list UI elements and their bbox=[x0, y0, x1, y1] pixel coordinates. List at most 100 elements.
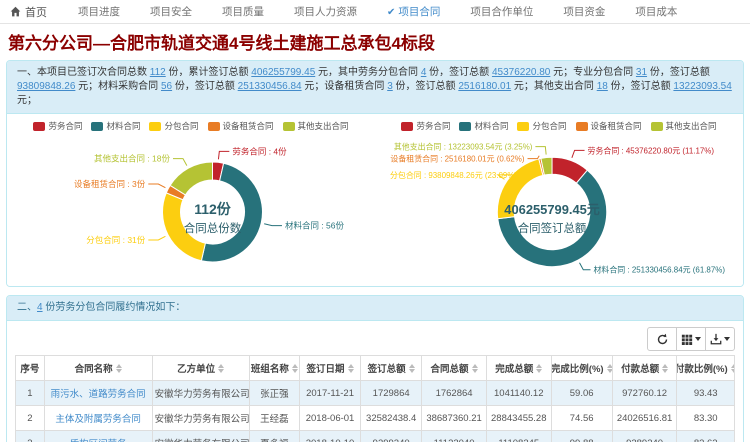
table-toolbar bbox=[15, 327, 735, 351]
nav-item-项目合作单位[interactable]: 项目合作单位 bbox=[455, 4, 548, 19]
table-row: 2主体及附属劳务合同安徽华力劳务有限公司王经磊2018-06-013258243… bbox=[16, 406, 735, 431]
section2-body: 序号合同名称乙方单位班组名称签订日期签订总额合同总额完成总额完成比例(%)付款总… bbox=[7, 321, 743, 442]
legend-item[interactable]: 分包合同 bbox=[517, 120, 566, 132]
sort-icon[interactable] bbox=[348, 364, 354, 373]
label-leader-line bbox=[572, 150, 585, 157]
legend-swatch-icon bbox=[91, 122, 103, 131]
cell-paid: 9289240 bbox=[612, 431, 677, 442]
nav-item-项目质量[interactable]: 项目质量 bbox=[207, 4, 279, 19]
value-link[interactable]: 18 bbox=[597, 81, 608, 92]
column-header-complete_pct[interactable]: 完成比例(%) bbox=[554, 361, 610, 375]
export-button[interactable] bbox=[705, 327, 735, 351]
sort-icon[interactable] bbox=[731, 364, 735, 373]
table-row: 3盾构区间劳务安徽华力劳务有限公司夏多福2018-10-109299240111… bbox=[16, 431, 735, 442]
nav-item-项目成本[interactable]: 项目成本 bbox=[620, 4, 692, 19]
value-link[interactable]: 406255799.45 bbox=[251, 67, 315, 78]
value-link[interactable]: 56 bbox=[161, 81, 172, 92]
contract-name-link[interactable]: 主体及附属劳务合同 bbox=[55, 414, 141, 425]
cell-no: 2 bbox=[16, 406, 45, 431]
sort-icon[interactable] bbox=[607, 364, 613, 373]
nav-item-项目合同[interactable]: ✔项目合同 bbox=[372, 4, 455, 19]
contract-count-chart: 劳务合同材料合同分包合同设备租赁合同 其他支出合同 劳务合同 : 4份材料合同 :… bbox=[7, 118, 375, 284]
legend-swatch-icon bbox=[149, 122, 161, 131]
contract-count-donut: 劳务合同 : 4份材料合同 : 56份分包合同 : 31份设备租赁合同 : 3份… bbox=[7, 134, 375, 284]
cell-total: 1762864 bbox=[422, 381, 487, 406]
column-header-name[interactable]: 合同名称 bbox=[47, 361, 150, 375]
static-text: 元； bbox=[17, 95, 37, 106]
sort-icon[interactable] bbox=[409, 364, 415, 373]
value-link[interactable]: 31 bbox=[636, 67, 647, 78]
column-header-team[interactable]: 班组名称 bbox=[252, 361, 297, 375]
label-leader-line bbox=[535, 147, 546, 155]
sort-icon[interactable] bbox=[536, 364, 542, 373]
refresh-icon bbox=[656, 333, 669, 346]
slice-label: 材料合同 : 251330456.84元 (61.87%) bbox=[593, 265, 725, 275]
nav-item-项目人力资源[interactable]: 项目人力资源 bbox=[279, 4, 372, 19]
column-header-signed[interactable]: 签订总额 bbox=[363, 361, 419, 375]
legend-item[interactable]: 劳务合同 bbox=[33, 120, 82, 132]
column-label: 付款比例(%) bbox=[677, 361, 728, 375]
value-link[interactable]: 2516180.01 bbox=[458, 81, 511, 92]
cell-complete_pct: 99.88 bbox=[551, 431, 612, 442]
slice-label: 设备租赁合同 : 2516180.01元 (0.62%) bbox=[390, 154, 524, 164]
column-header-total[interactable]: 合同总额 bbox=[424, 361, 484, 375]
cell-paid_pct: 93.43 bbox=[677, 381, 735, 406]
legend-item[interactable]: 材料合同 bbox=[459, 120, 508, 132]
legend-item[interactable]: 材料合同 bbox=[91, 120, 140, 132]
column-header-paid_pct[interactable]: 付款比例(%) bbox=[679, 361, 732, 375]
sort-icon[interactable] bbox=[218, 364, 224, 373]
sort-icon[interactable] bbox=[292, 364, 298, 373]
value-link[interactable]: 112 bbox=[150, 67, 166, 78]
legend-item[interactable]: 其他支出合同 bbox=[283, 120, 349, 132]
cell-complete_pct: 74.56 bbox=[551, 406, 612, 431]
nav-home[interactable]: 首页 bbox=[10, 4, 47, 20]
legend-item[interactable]: 分包合同 bbox=[149, 120, 198, 132]
cell-no: 1 bbox=[16, 381, 45, 406]
legend-label: 其他支出合同 bbox=[298, 120, 349, 132]
column-header-date[interactable]: 签订日期 bbox=[302, 361, 358, 375]
legend-swatch-icon bbox=[517, 122, 529, 131]
columns-button[interactable] bbox=[676, 327, 706, 351]
contract-name-link[interactable]: 雨污水、道路劳务合同 bbox=[51, 389, 146, 400]
legend-item[interactable]: 其他支出合同 bbox=[651, 120, 717, 132]
top-nav: 首页 项目进度项目安全项目质量项目人力资源✔项目合同项目合作单位项目资金项目成本 bbox=[0, 0, 750, 24]
value-link[interactable]: 13223093.54 bbox=[673, 81, 731, 92]
columns-icon bbox=[681, 333, 693, 345]
contract-summary-panel: 一、本项目已签订次合同总数 112 份，累计签订总额 406255799.45 … bbox=[6, 60, 744, 287]
static-text: 二、 bbox=[17, 302, 37, 313]
slice-label: 材料合同 : 56份 bbox=[285, 221, 345, 231]
column-header-paid[interactable]: 付款总额 bbox=[615, 361, 675, 375]
cell-total: 38687360.21 bbox=[422, 406, 487, 431]
legend-item[interactable]: 设备租赁合同 bbox=[208, 120, 274, 132]
value-link[interactable]: 93809848.26 bbox=[17, 81, 75, 92]
cell-signed: 9299240 bbox=[361, 431, 422, 442]
column-label: 合同总额 bbox=[431, 361, 469, 375]
nav-item-项目安全[interactable]: 项目安全 bbox=[135, 4, 207, 19]
legend-swatch-icon bbox=[283, 122, 295, 131]
column-label: 签订总额 bbox=[368, 361, 406, 375]
sort-icon[interactable] bbox=[472, 364, 478, 373]
column-label: 签订日期 bbox=[307, 361, 345, 375]
nav-item-项目资金[interactable]: 项目资金 bbox=[548, 4, 620, 19]
label-leader-line bbox=[528, 156, 540, 159]
legend-item[interactable]: 设备租赁合同 bbox=[576, 120, 642, 132]
legend-item[interactable]: 劳务合同 bbox=[401, 120, 450, 132]
column-header-completed[interactable]: 完成总额 bbox=[489, 361, 549, 375]
table-head: 序号合同名称乙方单位班组名称签订日期签订总额合同总额完成总额完成比例(%)付款总… bbox=[16, 356, 735, 381]
refresh-button[interactable] bbox=[647, 327, 677, 351]
home-icon bbox=[10, 6, 21, 17]
nav-home-label: 首页 bbox=[25, 4, 47, 20]
nav-item-项目进度[interactable]: 项目进度 bbox=[63, 4, 135, 19]
sort-icon[interactable] bbox=[116, 364, 122, 373]
legend-swatch-icon bbox=[459, 122, 471, 131]
sort-icon[interactable] bbox=[662, 364, 668, 373]
column-header-company[interactable]: 乙方单位 bbox=[155, 361, 247, 375]
value-link[interactable]: 251330456.84 bbox=[238, 81, 302, 92]
page-title: 第六分公司—合肥市轨道交通4号线土建施工总承包4标段 bbox=[0, 24, 750, 60]
caret-down-icon bbox=[724, 337, 730, 341]
cell-date: 2018-06-01 bbox=[299, 406, 360, 431]
label-leader-line bbox=[580, 263, 591, 270]
value-link[interactable]: 45376220.80 bbox=[492, 67, 550, 78]
static-text: 元；材料采购合同 bbox=[75, 81, 161, 92]
charts-area: 劳务合同材料合同分包合同设备租赁合同其他支出合同 劳务合同 : 4份材料合同 :… bbox=[7, 114, 743, 286]
